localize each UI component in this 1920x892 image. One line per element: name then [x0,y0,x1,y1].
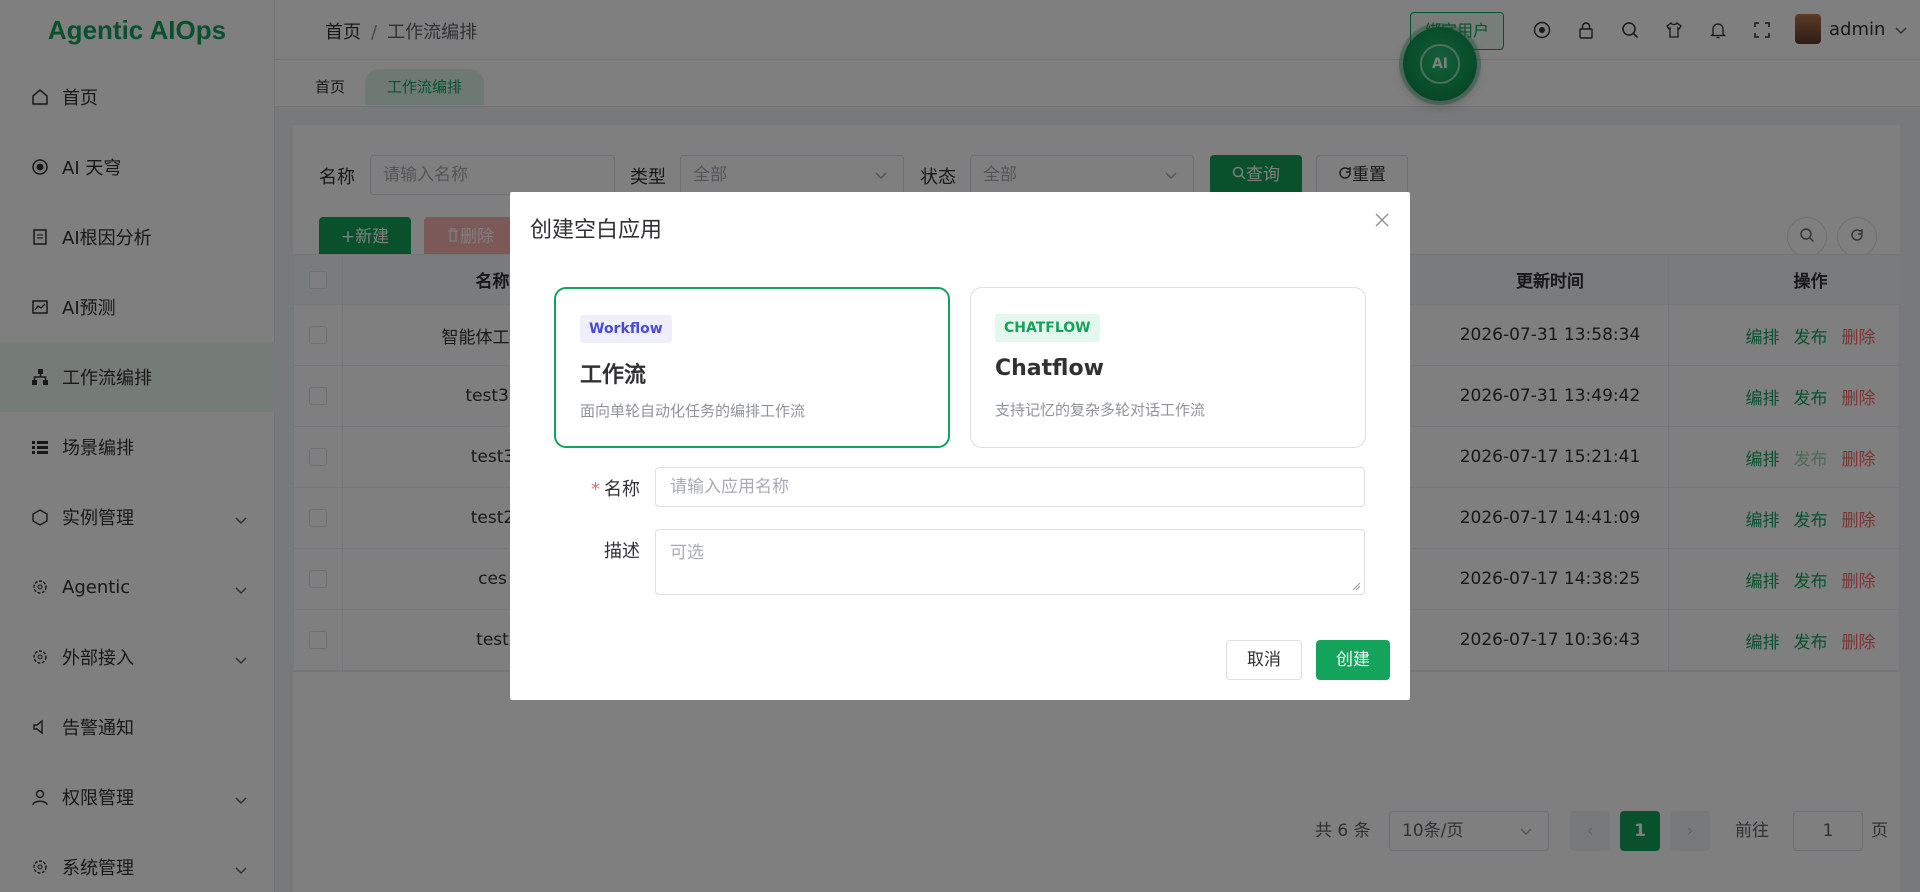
option-workflow[interactable]: Workflow 工作流 面向单轮自动化任务的编排工作流 [554,287,950,448]
option-chatflow[interactable]: CHATFLOW Chatflow 支持记忆的复杂多轮对话工作流 [970,287,1366,448]
desc-placeholder: 可选 [670,543,704,563]
create-app-dialog: 创建空白应用 Workflow 工作流 面向单轮自动化任务的编排工作流 CHAT… [510,192,1410,700]
name-field-label: * 名称 [591,479,640,500]
dialog-title: 创建空白应用 [530,218,663,243]
option-title: Chatflow [995,356,1104,381]
option-desc: 面向单轮自动化任务的编排工作流 [580,402,806,420]
option-desc: 支持记忆的复杂多轮对话工作流 [995,401,1206,419]
resize-handle-icon[interactable] [1351,581,1361,591]
option-title: 工作流 [580,363,647,388]
create-button[interactable]: 创建 [1316,640,1390,680]
required-mark: * [591,479,600,500]
chatflow-badge: CHATFLOW [995,314,1100,342]
close-icon[interactable] [1372,210,1392,230]
workflow-badge: Workflow [580,315,672,343]
app-name-input[interactable]: 请输入应用名称 [655,467,1365,507]
app-desc-textarea[interactable]: 可选 [655,529,1365,595]
cancel-button[interactable]: 取消 [1226,640,1302,680]
desc-field-label: 描述 [604,541,640,562]
